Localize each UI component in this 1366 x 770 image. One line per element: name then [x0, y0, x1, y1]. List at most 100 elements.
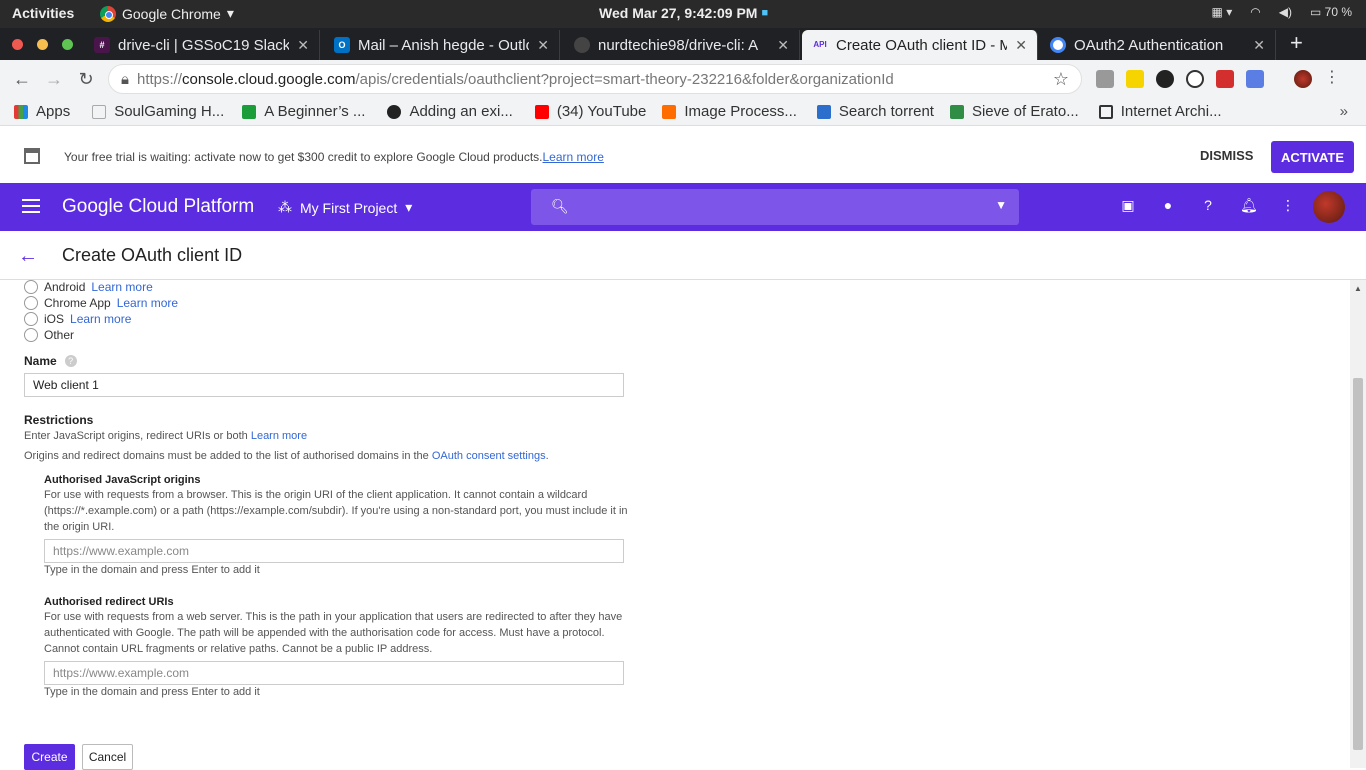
apps-icon [14, 104, 28, 119]
new-tab-button[interactable]: + [1290, 30, 1303, 56]
app-name: Google Chrome [122, 5, 221, 22]
tab-label: nurdtechie98/drive-cli: A [598, 36, 759, 54]
back-arrow-icon[interactable]: ← [18, 245, 38, 268]
close-icon[interactable]: ✕ [537, 37, 549, 54]
project-selector[interactable]: ⁂ My First Project ▾ [278, 199, 412, 216]
radio-button[interactable] [24, 296, 38, 310]
bookmark-item[interactable]: Apps [14, 103, 70, 120]
bookmark-label: Search torrent [838, 103, 934, 120]
extensions-bar: ⋮ [1096, 70, 1340, 88]
oauth-consent-link[interactable]: OAuth consent settings [432, 450, 546, 462]
learn-more-link[interactable]: Learn more [70, 312, 131, 326]
browser-tab[interactable]: nurdtechie98/drive-cli: A ✕ [564, 30, 800, 60]
js-origins-label: Authorised JavaScript origins [44, 474, 201, 486]
browser-tab[interactable]: OAuth2 Authentication ✕ [1040, 30, 1276, 60]
option-label: iOS [44, 312, 65, 326]
cloud-shell-icon[interactable]: ▣ [1120, 197, 1136, 213]
chrome-icon [100, 5, 116, 22]
name-label: Name [24, 354, 57, 368]
radio-button[interactable] [24, 312, 38, 326]
app-type-option[interactable]: iOS Learn more [24, 312, 131, 326]
activate-button[interactable]: ACTIVATE [1271, 141, 1354, 173]
google-icon [1050, 37, 1066, 53]
project-icon: ⁂ [278, 199, 292, 215]
search-input[interactable]: 🔍︎ ▼ [531, 189, 1019, 225]
help-icon[interactable]: ? [1200, 197, 1216, 213]
bookmark-item[interactable]: Internet Archi... [1098, 103, 1222, 120]
bookmark-star-icon[interactable]: ☆ [1053, 69, 1069, 90]
extension-icon[interactable] [1096, 70, 1114, 88]
more-bookmarks-icon[interactable]: » [1340, 103, 1348, 120]
bookmark-item[interactable]: Adding an exi... [387, 103, 513, 120]
redirect-uris-input[interactable]: https://www.example.com [44, 661, 624, 685]
radio-button[interactable] [24, 280, 38, 294]
feedback-icon[interactable]: ● [1160, 197, 1176, 213]
notifications-bell-icon[interactable]: 🔔︎ [1240, 197, 1258, 213]
app-type-option[interactable]: Android Learn more [24, 280, 153, 294]
option-label: Chrome App [44, 296, 111, 310]
more-vert-icon[interactable]: ⋮ [1280, 197, 1296, 213]
page-scrollbar[interactable]: ▲ [1350, 280, 1366, 768]
battery-indicator: ▭ 70 % [1310, 5, 1352, 19]
dismiss-button[interactable]: DISMISS [1200, 148, 1253, 163]
gcp-header: Google Cloud Platform ⁂ My First Project… [0, 183, 1366, 231]
bookmark-item[interactable]: Image Process... [662, 103, 797, 120]
redirect-uris-hint: Type in the domain and press Enter to ad… [44, 686, 260, 698]
profile-avatar[interactable] [1294, 70, 1312, 88]
github-icon [387, 104, 402, 119]
bookmark-item[interactable]: (34) YouTube [534, 103, 646, 120]
bookmark-item[interactable]: A Beginner’s ... [242, 103, 365, 120]
hamburger-menu-icon[interactable] [22, 199, 40, 213]
maximize-window-button[interactable] [62, 39, 73, 50]
app-menu[interactable]: Google Chrome ▾ [100, 5, 234, 22]
browser-tab[interactable]: O Mail – Anish hegde - Outlo ✕ [324, 30, 560, 60]
minimize-window-button[interactable] [37, 39, 48, 50]
app-type-option[interactable]: Other [24, 328, 74, 342]
close-icon[interactable]: ✕ [1015, 37, 1027, 54]
forward-arrow-icon[interactable]: → [38, 69, 70, 90]
restrictions-heading: Restrictions [24, 413, 94, 427]
clock[interactable]: Wed Mar 27, 9:42:09 PM ■ [599, 5, 768, 21]
cancel-button[interactable]: Cancel [82, 744, 133, 770]
activities-button[interactable]: Activities [12, 5, 74, 21]
reload-icon[interactable]: ↻ [70, 69, 102, 90]
radio-button[interactable] [24, 328, 38, 342]
js-origins-input[interactable]: https://www.example.com [44, 539, 624, 563]
bookmark-item[interactable]: Search torrent [816, 103, 934, 120]
bookmark-item[interactable]: SoulGaming H... [92, 103, 224, 120]
create-button[interactable]: Create [24, 744, 75, 770]
close-icon[interactable]: ✕ [1253, 37, 1265, 54]
learn-more-link[interactable]: Learn more [117, 296, 178, 310]
redirect-uris-label: Authorised redirect URIs [44, 596, 174, 608]
tab-label: drive-cli | GSSoC19 Slack [118, 36, 290, 54]
back-arrow-icon[interactable]: ← [6, 69, 38, 90]
chrome-menu-icon[interactable]: ⋮ [1324, 70, 1340, 88]
name-input[interactable]: Web client 1 [24, 373, 624, 397]
restrictions-learn-more-link[interactable]: Learn more [251, 430, 307, 442]
chevron-down-icon[interactable]: ▼ [995, 198, 1007, 212]
system-tray[interactable]: ▦ ▾ ◠ ◀) ▭ 70 % [1212, 5, 1352, 19]
help-icon[interactable]: ? [64, 355, 77, 367]
trial-learn-more-link[interactable]: Learn more [543, 150, 604, 164]
adblock-icon[interactable] [1216, 70, 1234, 88]
browser-tab[interactable]: # drive-cli | GSSoC19 Slack ✕ [84, 30, 320, 60]
scroll-up-icon[interactable]: ▲ [1354, 284, 1362, 293]
gcp-title[interactable]: Google Cloud Platform [62, 196, 254, 218]
bookmark-item[interactable]: Sieve of Erato... [949, 103, 1079, 120]
page-header: ← Create OAuth client ID [0, 231, 1366, 280]
learn-more-link[interactable]: Learn more [91, 280, 152, 294]
notification-icon: ■ [761, 7, 769, 19]
scrollbar-thumb[interactable] [1353, 378, 1363, 750]
close-icon[interactable]: ✕ [297, 37, 309, 54]
close-icon[interactable]: ✕ [777, 37, 789, 54]
app-type-option[interactable]: Chrome App Learn more [24, 296, 178, 310]
browser-tab-active[interactable]: API Create OAuth client ID - M ✕ [802, 30, 1038, 60]
translate-icon[interactable] [1246, 70, 1264, 88]
extension-icon[interactable] [1126, 70, 1144, 88]
extension-icon[interactable] [1156, 70, 1174, 88]
extension-icon[interactable] [1186, 70, 1204, 88]
address-bar[interactable]: 🔒︎ https://console.cloud.google.com/apis… [108, 64, 1082, 94]
bookmark-label: Image Process... [684, 103, 797, 120]
account-avatar[interactable] [1313, 191, 1345, 223]
close-window-button[interactable] [12, 39, 23, 50]
